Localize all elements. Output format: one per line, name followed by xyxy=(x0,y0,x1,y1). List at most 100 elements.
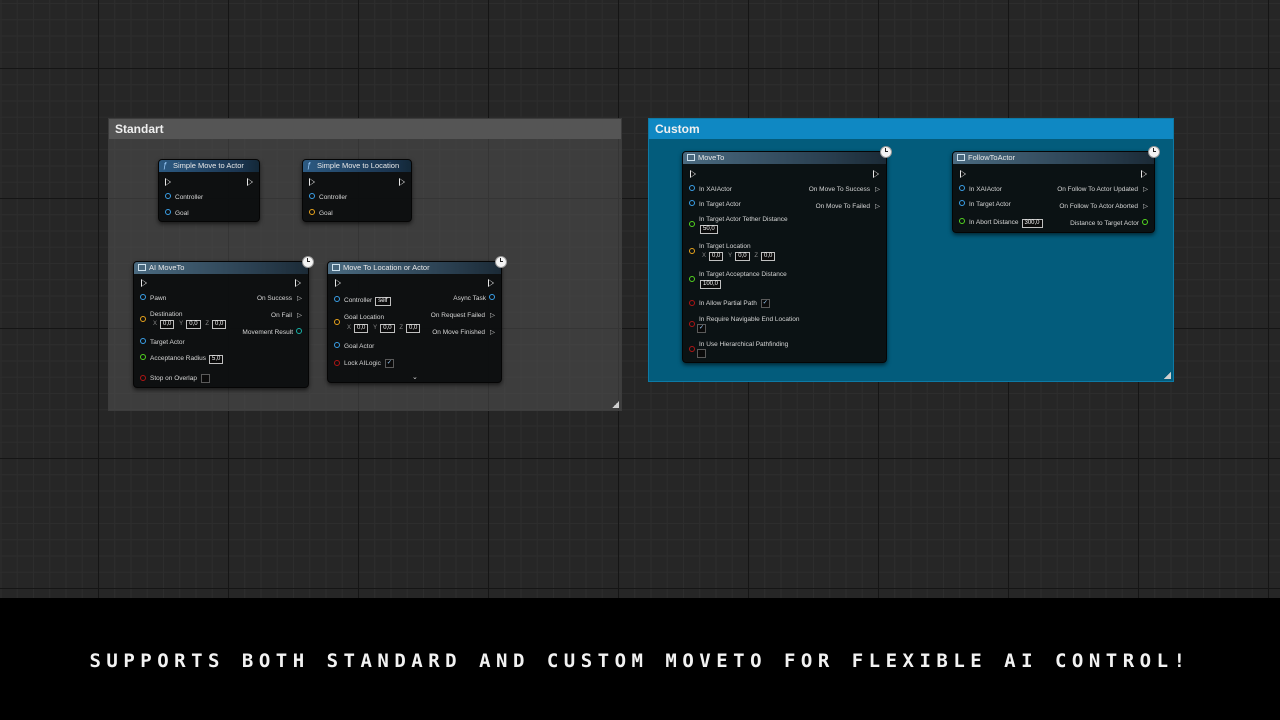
use-hierarchical-checkbox[interactable] xyxy=(697,349,706,358)
exec-out-pin[interactable] xyxy=(247,178,253,186)
node-header[interactable]: ƒ Simple Move to Location xyxy=(303,160,411,172)
pin-row-target-actor[interactable]: Target Actor xyxy=(140,338,185,347)
dest-y-field[interactable]: 0,0 xyxy=(186,320,201,329)
float-pin-icon[interactable] xyxy=(689,221,695,228)
target-location-vector-fields[interactable]: X 0,0 Y 0,0 Z 0,0 xyxy=(699,252,776,261)
node-header[interactable]: ƒ Simple Move to Actor xyxy=(159,160,259,172)
object-pin-icon[interactable] xyxy=(140,294,146,301)
pin-row-movement-result[interactable]: Movement Result xyxy=(242,328,302,337)
blueprint-graph-canvas[interactable]: Standart Custom ƒ Simple Move to Actor Co… xyxy=(0,0,1280,598)
target-z-field[interactable]: 0,0 xyxy=(761,252,776,261)
object-pin-icon[interactable] xyxy=(489,294,495,301)
object-pin-icon[interactable] xyxy=(309,193,315,200)
pin-row-controller[interactable]: Controller self xyxy=(334,296,391,306)
exec-out-pin-icon[interactable]: ▷ xyxy=(485,329,495,337)
float-pin-icon[interactable] xyxy=(959,218,965,225)
resize-handle-icon[interactable] xyxy=(612,401,619,408)
pin-row-tether-distance[interactable]: In Target Actor Tether Distance xyxy=(689,216,788,228)
exec-out-pin[interactable] xyxy=(873,170,879,178)
exec-out-pin-icon[interactable]: ▷ xyxy=(1138,203,1148,211)
exec-out-pin[interactable] xyxy=(399,178,405,186)
float-pin-icon[interactable] xyxy=(140,354,146,361)
target-y-field[interactable]: 0,0 xyxy=(735,252,750,261)
pin-row-lock-ailogic[interactable]: Lock AILogic ✓ xyxy=(334,359,394,368)
pin-row-controller[interactable]: Controller xyxy=(309,193,347,202)
pin-row-on-success[interactable]: On Success ▷ xyxy=(257,295,302,303)
exec-out-pin[interactable] xyxy=(488,279,494,287)
node-move-to-location-or-actor[interactable]: Move To Location or Actor Controller self… xyxy=(327,256,507,383)
require-navigable-check-row[interactable]: ✓ xyxy=(693,324,706,333)
bool-pin-icon[interactable] xyxy=(334,359,340,366)
goal-y-field[interactable]: 0,0 xyxy=(380,324,395,333)
destination-vector-fields[interactable]: X 0,0 Y 0,0 Z 0,0 xyxy=(150,320,227,329)
node-ai-moveto[interactable]: AI MoveTo Pawn Destination X 0,0 Y 0,0 Z 0,… xyxy=(133,256,314,388)
resize-handle-icon[interactable] xyxy=(1164,372,1171,379)
exec-in-pin[interactable] xyxy=(309,178,315,186)
pin-row-on-move-to-failed[interactable]: On Move To Failed ▷ xyxy=(816,203,880,211)
pin-row-destination[interactable]: Destination xyxy=(140,311,183,323)
pin-row-target-location[interactable]: In Target Location xyxy=(689,243,751,255)
require-navigable-checkbox[interactable]: ✓ xyxy=(697,324,706,333)
acceptance-radius-field[interactable]: 5,0 xyxy=(209,355,224,364)
pin-row-in-xaiactor[interactable]: In XAIActor xyxy=(959,185,1002,194)
exec-out-pin-icon[interactable]: ▷ xyxy=(870,203,880,211)
object-pin-icon[interactable] xyxy=(334,296,340,303)
pin-row-abort-distance[interactable]: In Abort Distance 300,0 xyxy=(959,218,1043,228)
float-pin-icon[interactable] xyxy=(1142,219,1148,226)
pin-row-in-target-actor[interactable]: In Target Actor xyxy=(689,200,741,209)
goal-location-vector-fields[interactable]: X 0,0 Y 0,0 Z 0,0 xyxy=(344,324,421,333)
exec-in-pin[interactable] xyxy=(690,170,696,178)
pin-row-in-xaiactor[interactable]: In XAIActor xyxy=(689,185,732,194)
allow-partial-path-checkbox[interactable]: ✓ xyxy=(760,299,770,308)
pin-row-on-move-to-success[interactable]: On Move To Success ▷ xyxy=(809,186,880,194)
object-pin-icon[interactable] xyxy=(140,338,146,345)
node-header[interactable]: Move To Location or Actor xyxy=(328,262,501,274)
comment-title-standart[interactable]: Standart xyxy=(109,119,621,139)
float-pin-icon[interactable] xyxy=(689,276,695,283)
chevron-down-icon[interactable]: ⌄ xyxy=(412,373,418,381)
pin-row-on-aborted[interactable]: On Follow To Actor Aborted ▷ xyxy=(1059,203,1148,211)
pin-row-stop-on-overlap[interactable]: Stop on Overlap xyxy=(140,374,210,383)
pin-row-pawn[interactable]: Pawn xyxy=(140,294,166,303)
pin-row-on-request-failed[interactable]: On Request Failed ▷ xyxy=(431,312,495,320)
tether-value-row[interactable]: 50,0 xyxy=(697,225,718,234)
vector-pin-icon[interactable] xyxy=(334,319,340,326)
acceptance-value-row[interactable]: 100,0 xyxy=(697,280,722,289)
node-custom-moveto[interactable]: MoveTo In XAIActor In Target Actor In Ta… xyxy=(682,146,892,363)
goal-x-field[interactable]: 0,0 xyxy=(354,324,369,333)
exec-out-pin-icon[interactable]: ▷ xyxy=(292,312,302,320)
object-pin-icon[interactable] xyxy=(165,193,171,200)
pin-row-use-hierarchical[interactable]: In Use Hierarchical Pathfinding xyxy=(689,341,788,353)
pin-row-async-task[interactable]: Async Task xyxy=(453,294,495,303)
object-pin-icon[interactable] xyxy=(689,200,695,207)
pin-row-on-updated[interactable]: On Follow To Actor Updated ▷ xyxy=(1057,186,1148,194)
vector-pin-icon[interactable] xyxy=(309,209,315,216)
vector-pin-icon[interactable] xyxy=(689,248,695,255)
stop-on-overlap-checkbox[interactable] xyxy=(200,374,210,383)
exec-in-pin[interactable] xyxy=(165,178,171,186)
node-header[interactable]: AI MoveTo xyxy=(134,262,308,274)
object-pin-icon[interactable] xyxy=(959,200,965,207)
node-simple-move-to-location[interactable]: ƒ Simple Move to Location Controller Goal xyxy=(302,159,412,222)
pin-row-goal-actor[interactable]: Goal Actor xyxy=(334,342,374,351)
tether-distance-field[interactable]: 50,0 xyxy=(700,225,718,234)
exec-out-pin[interactable] xyxy=(1141,170,1147,178)
pin-row-on-fail[interactable]: On Fail ▷ xyxy=(271,312,302,320)
object-pin-icon[interactable] xyxy=(165,209,171,216)
pin-row-distance-to-target[interactable]: Distance to Target Actor xyxy=(1070,219,1148,228)
bool-pin-icon[interactable] xyxy=(140,374,146,381)
pin-row-acceptance-radius[interactable]: Acceptance Radius 5,0 xyxy=(140,354,224,364)
controller-value-field[interactable]: self xyxy=(375,297,391,306)
exec-in-pin[interactable] xyxy=(960,170,966,178)
exec-in-pin[interactable] xyxy=(141,279,147,287)
pin-row-acceptance-distance[interactable]: In Target Acceptance Distance xyxy=(689,271,787,283)
use-hierarchical-check-row[interactable] xyxy=(693,349,706,358)
pin-row-on-move-finished[interactable]: On Move Finished ▷ xyxy=(432,329,495,337)
object-pin-icon[interactable] xyxy=(334,342,340,349)
node-header[interactable]: MoveTo xyxy=(683,152,886,164)
object-pin-icon[interactable] xyxy=(959,185,965,192)
exec-out-pin-icon[interactable]: ▷ xyxy=(870,186,880,194)
pin-row-require-navigable[interactable]: In Require Navigable End Location xyxy=(689,316,799,328)
bool-pin-icon[interactable] xyxy=(689,299,695,306)
exec-out-pin[interactable] xyxy=(295,279,301,287)
